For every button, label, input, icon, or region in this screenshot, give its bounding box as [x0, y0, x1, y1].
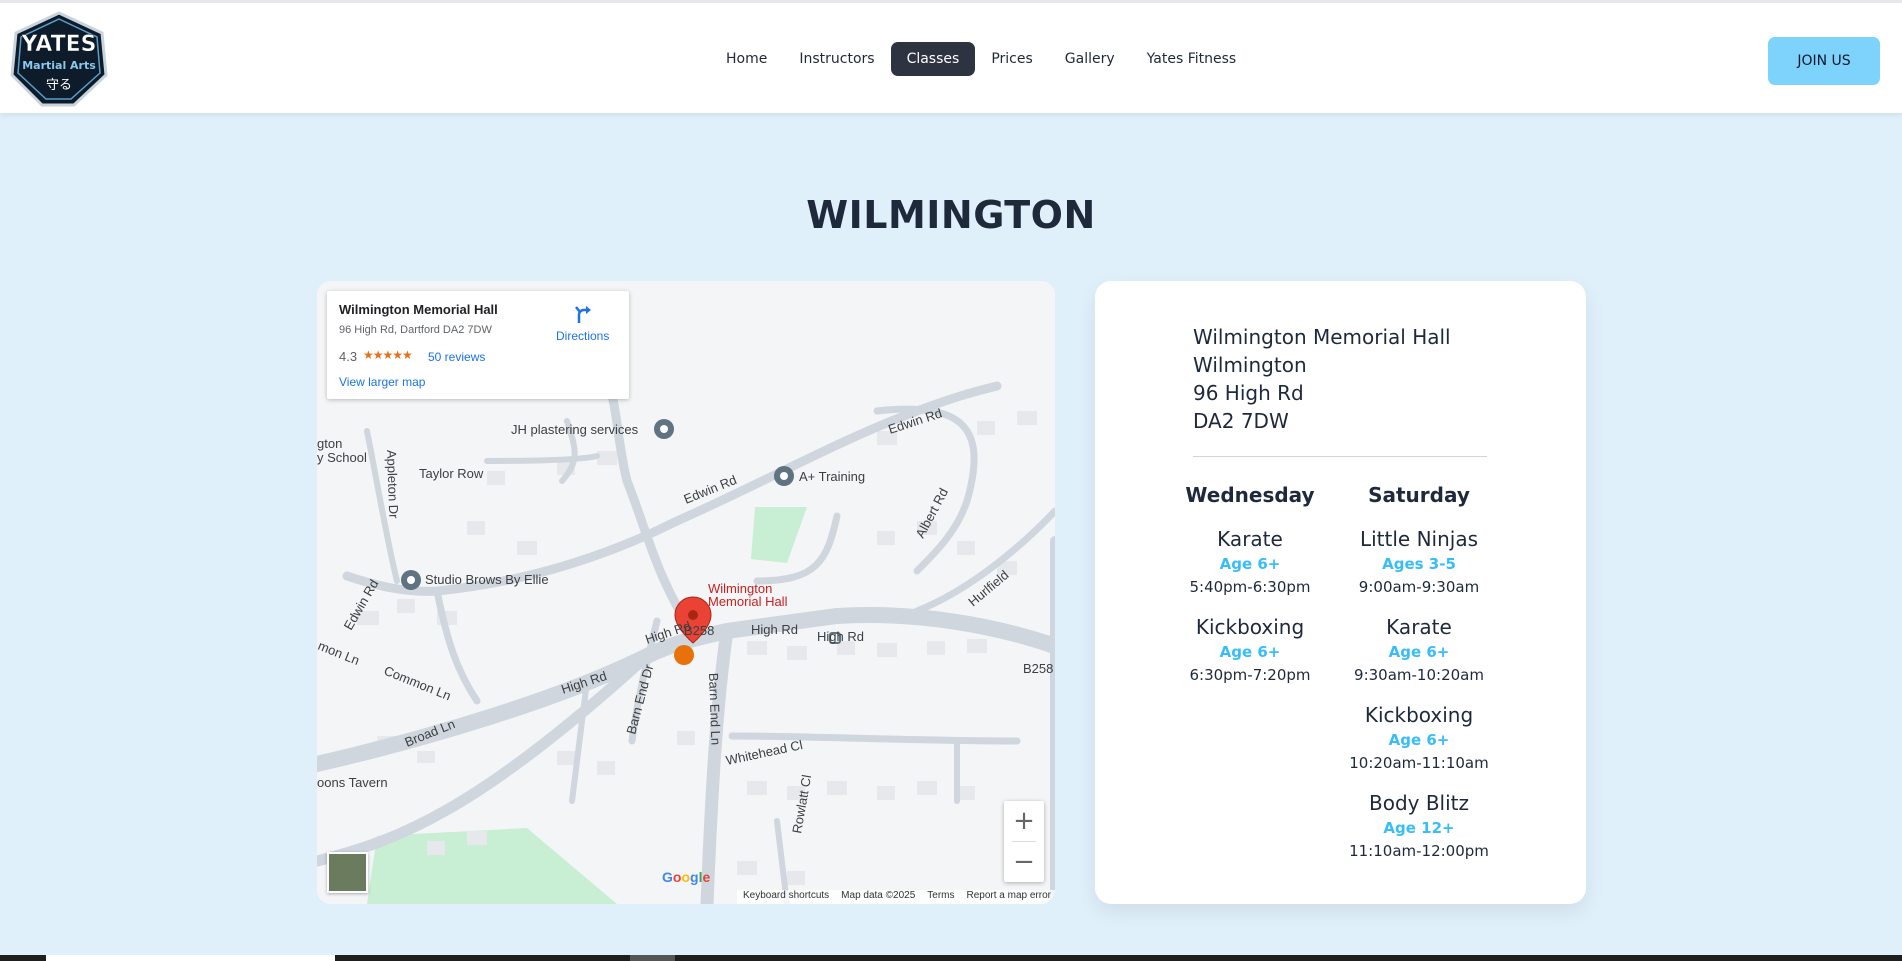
place-rating: 4.3: [339, 349, 358, 364]
page-title: WILMINGTON: [806, 193, 1096, 237]
venue-line-street: 96 High Rd: [1193, 381, 1304, 405]
class-time: 9:30am-10:20am: [1354, 666, 1484, 684]
directions-icon[interactable]: [573, 303, 595, 325]
map-attribution: Keyboard shortcuts Map data ©2025 Terms …: [737, 890, 1055, 904]
reviews-link[interactable]: 50 reviews: [428, 350, 485, 364]
day-heading: Wednesday: [1185, 483, 1315, 507]
bottom-strip-segment: [46, 955, 335, 961]
class-age: Age 6+: [1388, 731, 1450, 749]
venue-line-name: Wilmington Memorial Hall: [1193, 325, 1451, 349]
schedule-saturday: Saturday Little Ninjas Ages 3-5 9:00am-9…: [1334, 481, 1504, 877]
class-age: Age 6+: [1219, 555, 1281, 573]
satellite-layer-button[interactable]: [327, 852, 368, 893]
venue-line-town: Wilmington: [1193, 353, 1307, 377]
road-label-high-rd-e: High Rd: [751, 622, 798, 637]
rating-stars-icon: ★★★★★: [363, 348, 413, 362]
main-nav: Home Instructors Classes Prices Gallery …: [710, 42, 1252, 76]
class-entry: Karate Age 6+ 5:40pm-6:30pm: [1165, 525, 1335, 613]
venue-line-postcode: DA2 7DW: [1193, 409, 1289, 433]
road-label-appleton-dr: Appleton Dr: [384, 450, 401, 520]
class-name: Karate: [1386, 615, 1452, 639]
class-time: 10:20am-11:10am: [1349, 754, 1489, 772]
zoom-in-button[interactable]: +: [1004, 801, 1044, 841]
road-label-b258-east: B258: [1023, 661, 1053, 676]
terms-link[interactable]: Terms: [927, 890, 954, 904]
place-info-card: Wilmington Memorial Hall 96 High Rd, Dar…: [327, 291, 629, 399]
class-name: Body Blitz: [1368, 791, 1470, 815]
nav-prices[interactable]: Prices: [975, 42, 1048, 76]
class-time: 5:40pm-6:30pm: [1189, 578, 1311, 596]
place-address: 96 High Rd, Dartford DA2 7DW: [339, 324, 492, 336]
zoom-controls: + −: [1004, 801, 1044, 882]
class-time: 6:30pm-7:20pm: [1189, 666, 1311, 684]
class-age: Age 12+: [1383, 819, 1455, 837]
logo-text-kanji: 守る: [46, 78, 72, 93]
view-larger-map-link[interactable]: View larger map: [339, 375, 425, 389]
join-us-button[interactable]: JOIN US: [1768, 37, 1880, 85]
pin-label-2: Memorial Hall: [708, 594, 788, 609]
card-divider: [1193, 456, 1487, 457]
class-time: 11:10am-12:00pm: [1349, 842, 1489, 860]
class-time: 9:00am-9:30am: [1358, 578, 1480, 596]
class-entry: Little Ninjas Ages 3-5 9:00am-9:30am: [1334, 525, 1504, 613]
class-entry: Karate Age 6+ 9:30am-10:20am: [1334, 613, 1504, 701]
site-header: YATES Martial Arts 守る Home Instructors C…: [0, 0, 1902, 113]
nav-instructors[interactable]: Instructors: [783, 42, 890, 76]
class-entry: Kickboxing Age 6+ 10:20am-11:10am: [1334, 701, 1504, 789]
google-map[interactable]: JH plastering services A+ Training Studi…: [317, 281, 1055, 904]
zoom-out-button[interactable]: −: [1004, 842, 1044, 882]
class-name: Karate: [1217, 527, 1283, 551]
poi-label-studio-brows: Studio Brows By Ellie: [425, 572, 549, 587]
venue-address: Wilmington Memorial Hall Wilmington 96 H…: [1193, 323, 1451, 435]
class-age: Ages 3-5: [1382, 555, 1456, 573]
keyboard-shortcuts-link[interactable]: Keyboard shortcuts: [743, 890, 829, 904]
yates-logo[interactable]: YATES Martial Arts 守る: [8, 11, 110, 109]
road-label-gton: gton: [317, 436, 342, 451]
road-label-school: y School: [317, 450, 367, 465]
nav-gallery[interactable]: Gallery: [1049, 42, 1131, 76]
nav-classes[interactable]: Classes: [890, 42, 976, 76]
nav-yates-fitness[interactable]: Yates Fitness: [1131, 42, 1253, 76]
poi-label-jh: JH plastering services: [511, 422, 639, 437]
nav-home[interactable]: Home: [710, 42, 783, 76]
road-label-oons-tavern: oons Tavern: [317, 775, 388, 790]
road-label-taylor-row: Taylor Row: [419, 466, 484, 481]
class-entry: Body Blitz Age 12+ 11:10am-12:00pm: [1334, 789, 1504, 877]
bottom-strip-segment: [630, 955, 675, 961]
report-map-error-link[interactable]: Report a map error: [967, 890, 1051, 904]
class-name: Little Ninjas: [1359, 527, 1479, 551]
poi-label-a-training: A+ Training: [799, 469, 865, 484]
place-name: Wilmington Memorial Hall: [339, 302, 498, 317]
directions-link[interactable]: Directions: [556, 329, 609, 343]
day-heading: Saturday: [1368, 483, 1470, 507]
bottom-strip: [0, 955, 1902, 961]
class-info-card: Wilmington Memorial Hall Wilmington 96 H…: [1095, 281, 1586, 904]
class-name: Kickboxing: [1364, 703, 1474, 727]
class-name: Kickboxing: [1195, 615, 1305, 639]
road-label-barn-end-ln: Barn End Ln: [706, 673, 724, 746]
google-logo: Google: [662, 869, 711, 885]
road-label-high-rd-2: High Rd: [817, 629, 864, 644]
logo-text-martial-arts: Martial Arts: [22, 59, 96, 72]
class-age: Age 6+: [1388, 643, 1450, 661]
class-entry: Kickboxing Age 6+ 6:30pm-7:20pm: [1165, 613, 1335, 701]
map-data-text: Map data ©2025: [841, 890, 916, 901]
class-age: Age 6+: [1219, 643, 1281, 661]
logo-text-yates: YATES: [20, 32, 96, 57]
schedule-wednesday: Wednesday Karate Age 6+ 5:40pm-6:30pm Ki…: [1165, 481, 1335, 701]
